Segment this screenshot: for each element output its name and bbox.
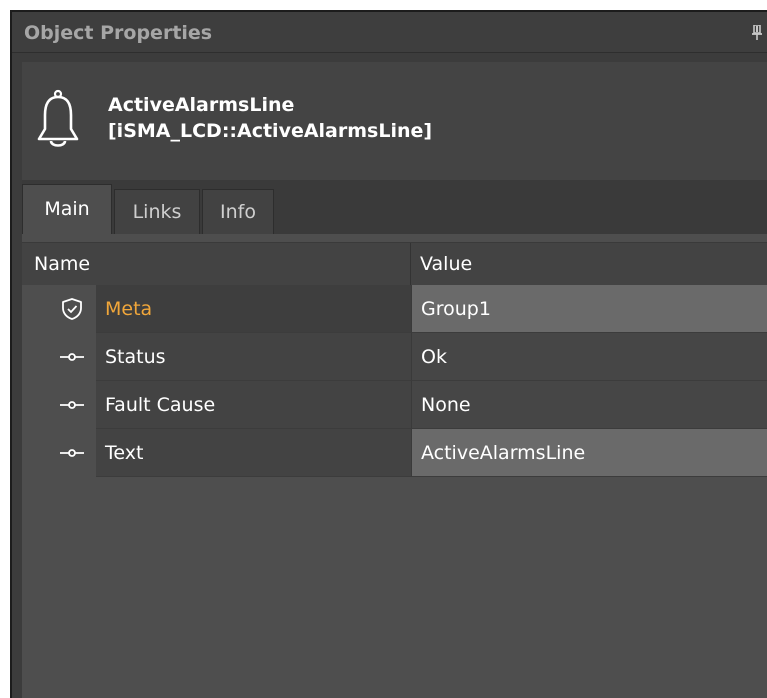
tab-links[interactable]: Links <box>114 189 200 234</box>
bell-icon <box>37 89 79 147</box>
property-value-cell[interactable]: ActiveAlarmsLine <box>411 429 767 477</box>
tab-strip: Main Links Info <box>22 180 767 234</box>
table-row[interactable]: Status Ok <box>22 333 767 381</box>
property-name-cell: Meta <box>96 285 411 333</box>
property-value-cell[interactable]: Group1 <box>411 285 767 333</box>
property-value-cell: None <box>411 381 767 429</box>
property-value-text[interactable]: ActiveAlarmsLine <box>421 429 585 477</box>
tab-info[interactable]: Info <box>202 189 274 234</box>
window-titlebar: Object Properties <box>12 12 767 53</box>
property-name-text: Text <box>105 442 144 464</box>
property-name-fault-cause: Fault Cause <box>105 394 216 416</box>
table-row[interactable]: Text ActiveAlarmsLine <box>22 429 767 477</box>
property-name-meta: Meta <box>105 298 153 320</box>
property-name-cell: Status <box>96 333 411 381</box>
properties-table: Name Value Meta Group1 Status Ok Fault C… <box>22 234 767 698</box>
slot-connector-icon <box>60 353 84 361</box>
property-value-cell: Ok <box>411 333 767 381</box>
property-value-meta[interactable]: Group1 <box>421 285 491 333</box>
table-header: Name Value <box>22 242 767 286</box>
tab-main[interactable]: Main <box>22 184 112 234</box>
slot-connector-icon <box>60 449 84 457</box>
slot-connector-icon <box>60 401 84 409</box>
column-header-name[interactable]: Name <box>22 243 411 285</box>
property-value-fault-cause: None <box>421 394 471 416</box>
property-value-status: Ok <box>421 346 447 368</box>
object-header: ActiveAlarmsLine [iSMA_LCD::ActiveAlarms… <box>22 62 767 180</box>
table-row[interactable]: Meta Group1 <box>22 285 767 333</box>
object-name: ActiveAlarmsLine <box>108 94 295 116</box>
property-name-status: Status <box>105 346 166 368</box>
object-properties-window: Object Properties ActiveAlarmsLine [iSMA… <box>10 10 767 698</box>
window-title: Object Properties <box>24 22 213 44</box>
table-row[interactable]: Fault Cause None <box>22 381 767 429</box>
property-name-cell: Text <box>96 429 411 477</box>
column-header-value[interactable]: Value <box>411 243 767 285</box>
object-type: [iSMA_LCD::ActiveAlarmsLine] <box>108 120 433 142</box>
properties-panel: ActiveAlarmsLine [iSMA_LCD::ActiveAlarms… <box>22 62 767 698</box>
pin-icon[interactable] <box>751 25 763 41</box>
property-name-cell: Fault Cause <box>96 381 411 429</box>
shield-icon <box>62 298 82 320</box>
